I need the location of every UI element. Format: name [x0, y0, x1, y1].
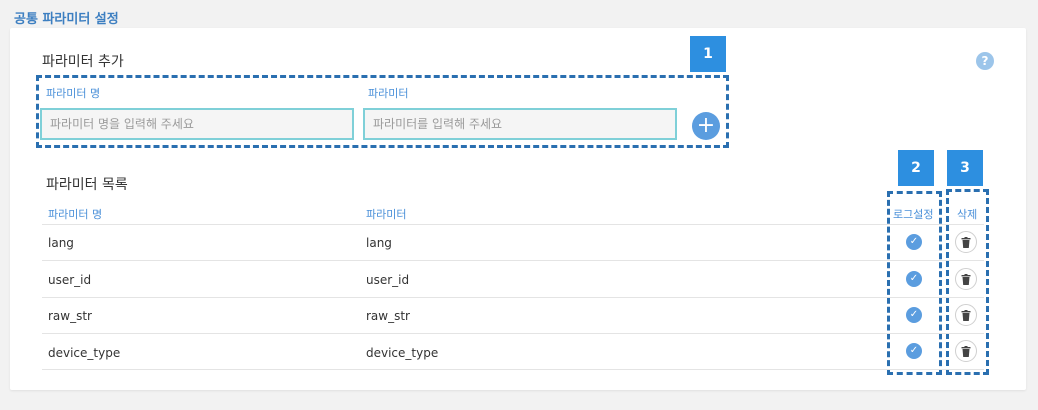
column-header-name: 파라미터 명: [48, 208, 103, 221]
log-check-icon[interactable]: ✓: [906, 234, 922, 250]
row-name-cell: lang: [48, 236, 74, 250]
trash-icon: [961, 345, 971, 357]
column-header-delete: 삭제: [957, 208, 978, 221]
callout-badge-2: 2: [898, 150, 934, 186]
row-divider: [42, 297, 984, 298]
callout-badge-3: 3: [947, 150, 983, 186]
delete-button[interactable]: [955, 340, 977, 362]
trash-icon: [961, 236, 971, 248]
callout-badge-1: 1: [690, 36, 726, 72]
row-value-cell: user_id: [366, 273, 410, 287]
row-value-cell: device_type: [366, 346, 439, 360]
page-title: 공통 파라미터 설정: [14, 12, 119, 27]
log-check-icon[interactable]: ✓: [906, 343, 922, 359]
delete-button[interactable]: [955, 231, 977, 253]
help-icon[interactable]: ?: [976, 52, 994, 70]
row-divider: [42, 224, 984, 225]
row-divider: [42, 260, 984, 261]
row-name-cell: raw_str: [48, 309, 92, 323]
trash-icon: [961, 273, 971, 285]
row-divider: [42, 333, 984, 334]
log-check-icon[interactable]: ✓: [906, 307, 922, 323]
row-divider: [42, 369, 984, 370]
row-value-cell: raw_str: [366, 309, 410, 323]
row-value-cell: lang: [366, 236, 392, 250]
log-check-icon[interactable]: ✓: [906, 271, 922, 287]
delete-button[interactable]: [955, 304, 977, 326]
add-section-title: 파라미터 추가: [42, 54, 124, 70]
row-name-cell: device_type: [48, 346, 121, 360]
column-header-log: 로그설정: [893, 208, 934, 221]
delete-button[interactable]: [955, 268, 977, 290]
column-header-value: 파라미터: [366, 208, 407, 221]
list-section-title: 파라미터 목록: [46, 177, 128, 193]
trash-icon: [961, 309, 971, 321]
row-name-cell: user_id: [48, 273, 92, 287]
callout-box-1: [36, 75, 729, 148]
